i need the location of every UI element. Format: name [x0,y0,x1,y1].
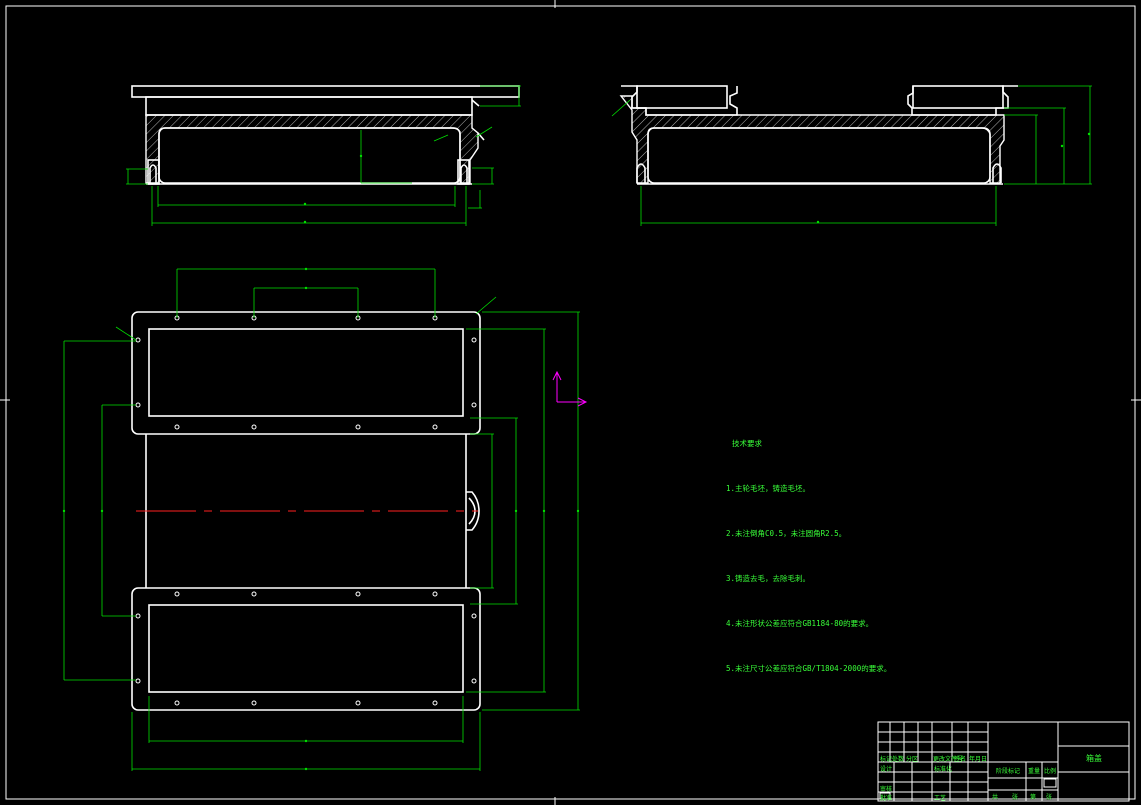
title-block-label: 共 [992,794,999,801]
title-block-label: 分区 [906,756,919,763]
side-section-view [611,85,1092,226]
plan-view [62,267,580,771]
title-block-label: 签名 [954,756,967,763]
technical-requirements: 技术要求 1.主轮毛坯，铸造毛坯。 2.未注倒角C0.5，未注圆角R2.5。 3… [726,406,891,691]
cad-drawing-canvas [0,0,1141,805]
title-block-label: 标记 [880,756,893,763]
part-name: 箱盖 [1086,754,1102,763]
title-block-label: 张 [1046,794,1053,801]
title-block-label: 设计 [880,766,893,773]
requirement-item: 5.未注尺寸公差应符合GB/T1804-2000的要求。 [726,664,892,673]
ucs-axis-icon [552,370,588,407]
title-block-label: 批准 [880,795,893,802]
title-block-label: 重量 [1028,768,1041,775]
front-section-view [126,85,521,226]
title-block-label: 审核 [880,786,893,793]
title-block-label: 第 [1030,794,1037,801]
requirement-item: 4.未注形状公差应符合GB1184-80的要求。 [726,619,874,628]
title-block-label: 处数 [892,756,905,763]
requirement-item: 3.铸造去毛，去除毛刺。 [726,574,811,583]
title-block-label: 工艺 [934,795,947,802]
technical-requirements-title: 技术要求 [732,439,762,448]
title-block-label: 阶段标记 [996,768,1021,775]
title-block-label: 比例 [1044,768,1057,775]
title-block-label: 标准化 [934,766,953,773]
requirement-item: 2.未注倒角C0.5，未注圆角R2.5。 [726,529,847,538]
title-block-label: 年月日 [969,756,988,763]
requirement-item: 1.主轮毛坯，铸造毛坯。 [726,484,811,493]
title-block-label: 张 [1012,794,1019,801]
